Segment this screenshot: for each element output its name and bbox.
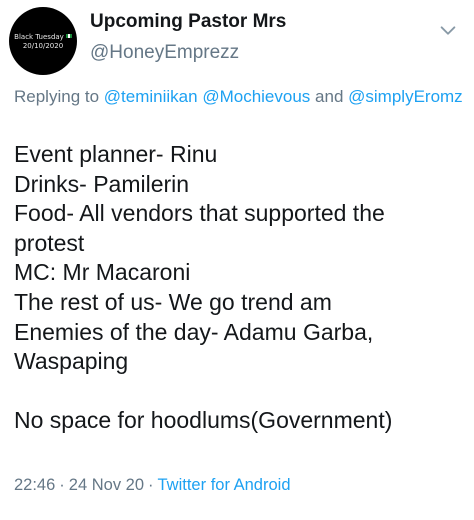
tweet-text-line: Enemies of the day- Adamu Garba, <box>14 318 374 345</box>
avatar-line-1: Black Tuesday <box>9 33 77 42</box>
mention-link[interactable]: @Mochievous <box>202 87 310 106</box>
tweet-text-line: MC: Mr Macaroni <box>14 259 191 286</box>
tweet-text-line: Event planner- Rinu <box>14 141 218 167</box>
replying-prefix: Replying to <box>14 87 100 106</box>
tweet-text-line: No space for hoodlums(Government) <box>14 407 393 434</box>
nigeria-flag-icon <box>65 34 72 38</box>
mention-link[interactable]: @simplyEromz <box>348 87 463 106</box>
tweet: Black Tuesday 20/10/2020 Upcoming Pastor… <box>0 0 474 520</box>
chevron-down-icon[interactable] <box>437 20 459 42</box>
tweet-time[interactable]: 22:46 <box>14 476 55 494</box>
meta-separator: · <box>148 476 154 494</box>
replying-to: Replying to @teminiikan @Mochievous and … <box>14 86 464 108</box>
author-handle[interactable]: @HoneyEmprezz <box>90 42 239 64</box>
tweet-text: Event planner- Rinu Drinks- Pamilerin Fo… <box>14 140 469 436</box>
tweet-source[interactable]: Twitter for Android <box>158 476 291 494</box>
avatar-text-1: Black Tuesday <box>14 33 64 41</box>
avatar-caption: Black Tuesday 20/10/2020 <box>9 33 77 51</box>
tweet-meta: 22:46 · 24 Nov 20 · Twitter for Android <box>14 476 291 495</box>
replying-conjunction: and <box>315 87 344 106</box>
tweet-text-line: Drinks- Pamilerin <box>14 170 190 197</box>
avatar[interactable]: Black Tuesday 20/10/2020 <box>9 7 77 75</box>
tweet-text-line: protest <box>14 229 85 256</box>
tweet-text-line: Food- All vendors that supported the <box>14 200 385 227</box>
tweet-text-line: Waspaping <box>14 348 129 375</box>
avatar-text-2: 20/10/2020 <box>22 42 64 50</box>
meta-separator: · <box>59 476 65 494</box>
tweet-text-line: The rest of us- We go trend am <box>14 288 332 315</box>
tweet-date[interactable]: 24 Nov 20 <box>69 476 144 494</box>
mention-link[interactable]: @teminiikan <box>104 87 198 106</box>
author-display-name[interactable]: Upcoming Pastor Mrs <box>90 11 286 33</box>
